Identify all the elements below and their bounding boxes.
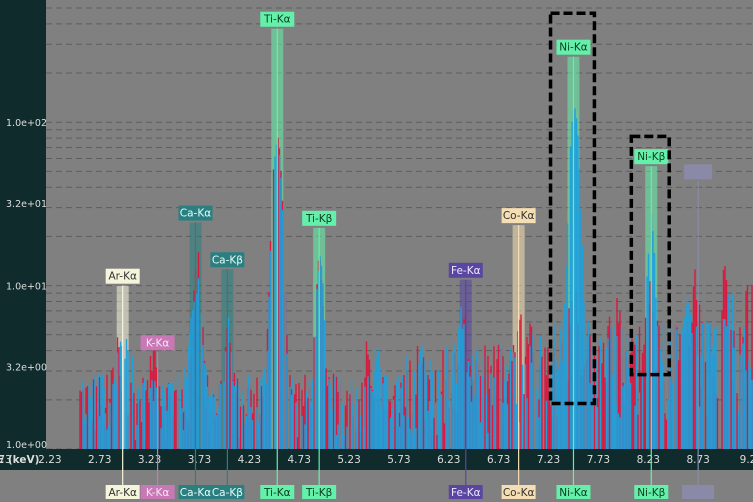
- y-tick-label: 1.0e+02: [6, 118, 47, 129]
- spectrum-viewer: Ar-Kα K-Kα Ca-Kα Ca-Kβ Ti-Kα Ti-Kβ Fe-Kα Co-Kα N…: [0, 0, 753, 502]
- element-label-bottom[interactable]: K-Kα: [146, 487, 169, 499]
- x-tick-label: 2.23: [38, 454, 61, 466]
- x-tick-label: 7.73: [587, 454, 610, 466]
- element-label-bg: [682, 485, 715, 499]
- element-label-bottom[interactable]: Ti-Kβ: [305, 487, 332, 499]
- x-tick-label: 5.73: [387, 454, 410, 466]
- element-label-top[interactable]: Ca-Kα: [180, 208, 211, 220]
- element-label-top[interactable]: Ni-Kβ: [637, 151, 665, 163]
- element-label-bottom[interactable]: Ti-Kα: [263, 487, 291, 499]
- element-label-bg: [684, 164, 713, 180]
- element-label-bottom[interactable]: Ni-Kα: [559, 487, 587, 499]
- element-label-bottom[interactable]: Fe-Kα: [451, 487, 481, 499]
- element-label-bottom[interactable]: Ar-Kα: [108, 487, 137, 499]
- element-label-top[interactable]: Ti-Kα: [263, 14, 291, 26]
- element-label-top[interactable]: Fe-Kα: [451, 265, 481, 277]
- y-axis-strip: [0, 0, 46, 449]
- y-tick-label: 3.2e+00: [6, 362, 47, 373]
- x-tick-label: 3.73: [188, 454, 211, 466]
- y-tick-label: 1.0e+01: [6, 282, 47, 293]
- element-label-top[interactable]: Ni-Kα: [559, 42, 587, 54]
- x-tick-label: 8.23: [637, 454, 660, 466]
- element-label-top[interactable]: Ar-Kα: [108, 271, 137, 283]
- element-label-bottom[interactable]: Co-Kα: [503, 487, 535, 499]
- x-tick-label: 4.23: [238, 454, 261, 466]
- y-tick-label: 3.2e+01: [6, 199, 47, 210]
- x-tick-label: 2.73: [88, 454, 111, 466]
- x-tick-label: 1.73: [0, 454, 12, 466]
- x-tick-label: 4.73: [288, 454, 311, 466]
- x-tick-label: 9.2: [740, 454, 753, 466]
- element-label-top[interactable]: Ti-Kβ: [305, 213, 332, 225]
- x-tick-label: 7.23: [537, 454, 560, 466]
- element-label-top[interactable]: Co-Kα: [503, 210, 535, 222]
- spectrum-chart[interactable]: Ar-KαK-KαCa-KαCa-KβTi-KαTi-KβFe-KαCo-KαN…: [0, 0, 753, 502]
- x-tick-label: 6.23: [437, 454, 460, 466]
- x-tick-label: 5.23: [337, 454, 360, 466]
- element-label-bottom[interactable]: Ca-Kβ: [212, 487, 243, 499]
- element-label-top[interactable]: Ca-Kβ: [212, 254, 243, 266]
- element-label-top[interactable]: K-Kα: [146, 337, 169, 349]
- x-tick-label: 6.73: [487, 454, 510, 466]
- element-label-bottom[interactable]: Ca-Kα: [180, 487, 211, 499]
- element-label-bottom[interactable]: Ni-Kβ: [637, 487, 665, 499]
